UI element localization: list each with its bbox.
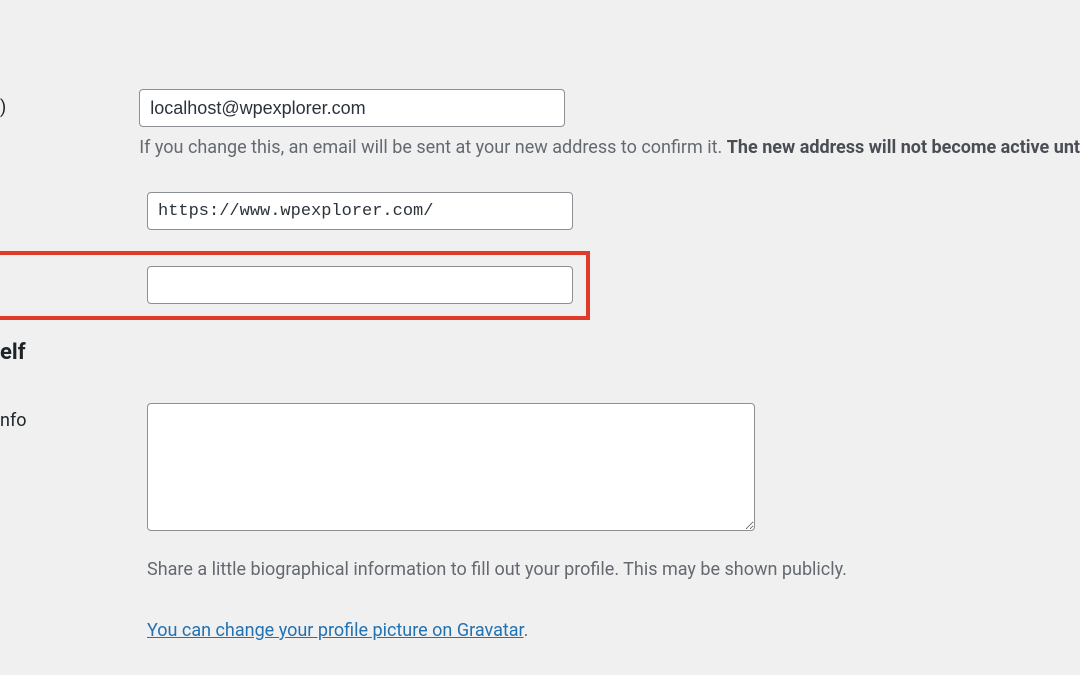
gravatar-row: You can change your profile picture on G… — [147, 620, 528, 641]
gravatar-link[interactable]: You can change your profile picture on G… — [147, 620, 524, 641]
custom-field-label-col — [0, 266, 147, 274]
email-label-col: ) — [0, 89, 139, 118]
bio-field-col — [147, 403, 755, 535]
custom-field-input-col — [147, 266, 1080, 304]
email-input-col: If you change this, an email will be sen… — [139, 89, 1080, 158]
email-label-fragment: ) — [0, 97, 6, 118]
email-description-prefix: If you change this, an email will be sen… — [139, 137, 726, 158]
email-field[interactable] — [139, 89, 565, 127]
about-yourself-heading: elf — [0, 340, 26, 365]
bio-label-col: nfo — [0, 410, 26, 431]
custom-field-row — [0, 266, 1080, 304]
website-field[interactable] — [147, 192, 573, 230]
bio-description: Share a little biographical information … — [147, 559, 847, 580]
email-row: ) If you change this, an email will be s… — [0, 89, 1080, 158]
bio-label-fragment: nfo — [0, 410, 26, 431]
email-description-bold: The new address will not become active u… — [727, 137, 1080, 158]
website-row — [0, 192, 1080, 230]
gravatar-period: . — [524, 620, 529, 641]
website-label-col — [0, 192, 147, 200]
custom-field[interactable] — [147, 266, 573, 304]
bio-textarea[interactable] — [147, 403, 755, 531]
website-input-col — [147, 192, 1080, 230]
email-description: If you change this, an email will be sen… — [139, 137, 1080, 158]
